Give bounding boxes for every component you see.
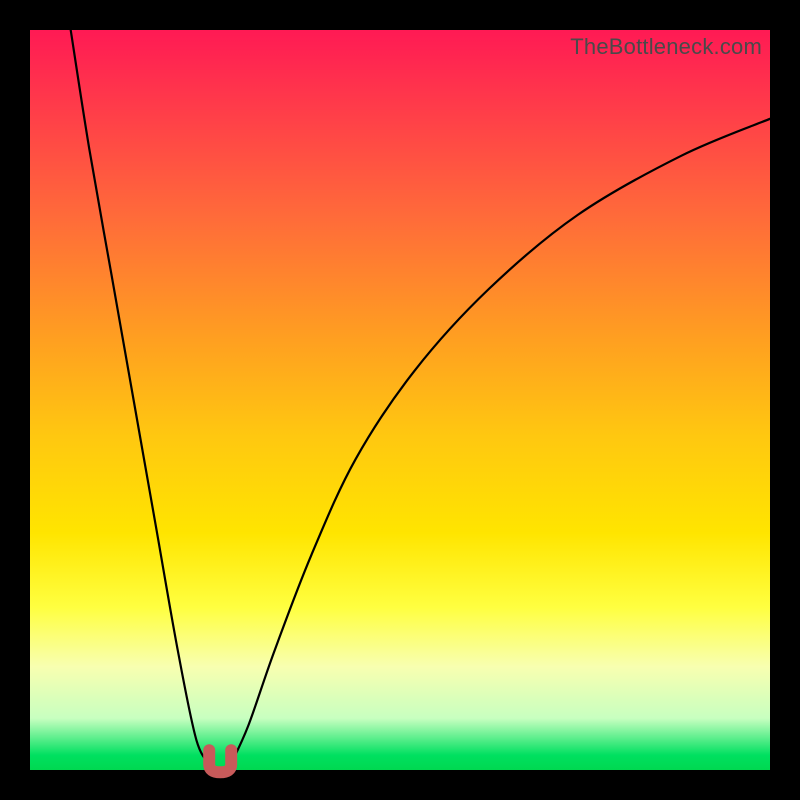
bottleneck-curve-left	[71, 30, 212, 766]
curve-layer	[30, 30, 770, 770]
optimal-marker	[209, 750, 231, 772]
plot-area: TheBottleneck.com	[30, 30, 770, 770]
chart-frame: TheBottleneck.com	[0, 0, 800, 800]
bottleneck-curve-right	[230, 119, 770, 767]
